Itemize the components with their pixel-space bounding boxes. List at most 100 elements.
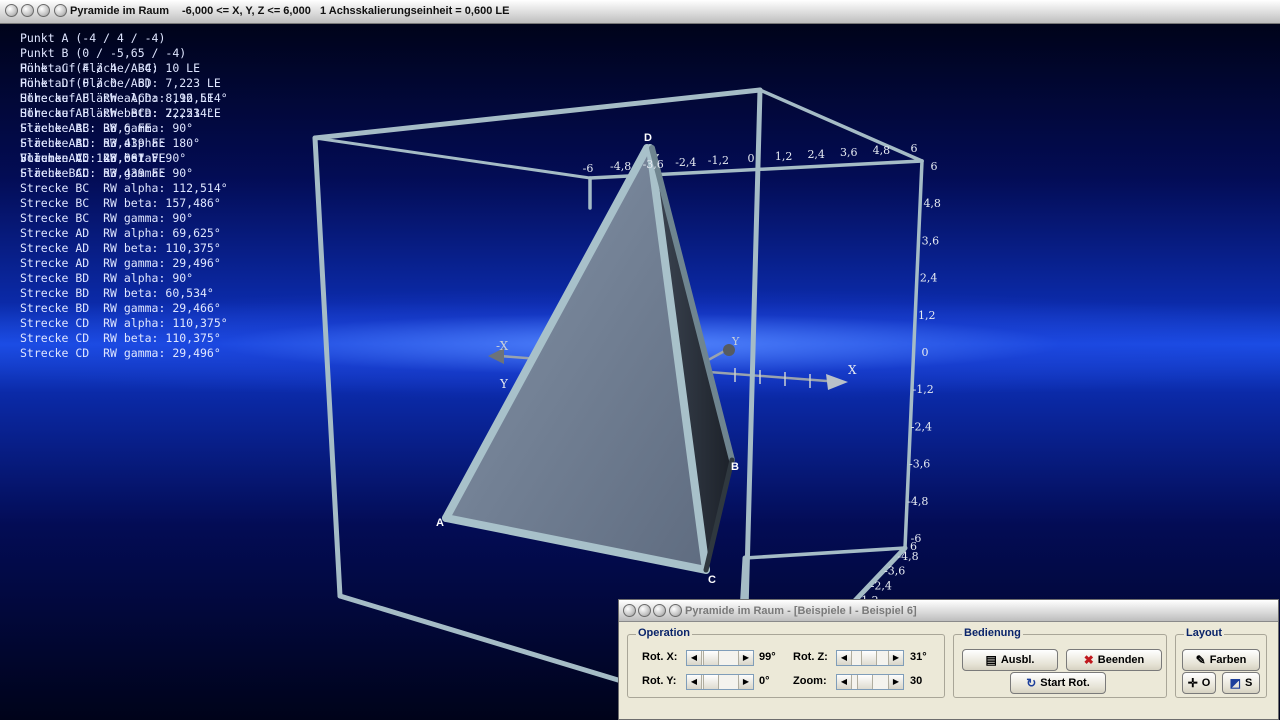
angle-line: Strecke AD RW beta: 110,375° (20, 241, 221, 255)
cube-inner-top-edge (314, 136, 591, 180)
window-title: Pyramide im Raum (70, 5, 170, 17)
tick-label: -1,2 (913, 383, 934, 396)
close-icon: ✖ (1083, 653, 1094, 667)
window-menu-button[interactable] (5, 4, 18, 17)
rot-y-value: 0° (759, 675, 770, 687)
rot-y-right-arrow-icon[interactable]: ▶ (738, 675, 753, 689)
brush-icon: ◩ (1229, 676, 1241, 690)
angle-line: Strecke BD RW beta: 60,534° (20, 286, 214, 300)
tick-label: -3,6 (884, 565, 905, 578)
angle-line: Strecke BC RW gamma: 90° (20, 211, 194, 225)
window-app-icon (54, 4, 67, 17)
tick-label: 3,6 (922, 234, 940, 247)
cube-edge (337, 593, 621, 683)
x-neg-axis-label: -X (496, 339, 509, 353)
dialog-app-icon (669, 604, 682, 617)
vertex-label-c: C (708, 574, 716, 586)
volume-text: Volumen V: 128,667 VE (20, 151, 166, 165)
vertex-label-b: B (731, 461, 739, 473)
tick-label: -1,2 (708, 154, 729, 167)
beenden-button[interactable]: ✖ Beenden (1066, 649, 1162, 671)
control-dialog: Pyramide im Raum - [Beispiele I - Beispi… (618, 599, 1279, 720)
zoom-label: Zoom: (793, 675, 827, 687)
dialog-close-button[interactable] (653, 604, 666, 617)
tick-label: 1,2 (775, 150, 793, 163)
height-line: Höhe auf Fläche ABC: 10 LE (20, 61, 201, 75)
rot-z-right-arrow-icon[interactable]: ▶ (888, 651, 903, 665)
tick-label: 0 (922, 346, 929, 359)
operation-group: Operation Rot. X: ◀ ▶ 99° Rot. Y: ◀ ▶ 0°… (627, 627, 945, 698)
tick-label: 1,2 (918, 309, 936, 322)
window-unit-text: 1 Achsskalierungseinheit = 0,600 LE (320, 5, 510, 17)
start-rotation-button[interactable]: ↻ Start Rot. (1010, 672, 1106, 694)
dialog-title: Pyramide im Raum - [Beispiele I - Beispi… (685, 605, 917, 617)
bedienung-group: Bedienung ▤ Ausbl. ✖ Beenden ↻ Start Rot… (953, 627, 1167, 698)
rotate-icon: ↻ (1026, 676, 1037, 690)
rot-z-scrollbar[interactable]: ◀ ▶ (836, 650, 904, 666)
rot-y-label: Rot. Y: (642, 675, 677, 687)
heights-list: Höhe auf Fläche ABC: 10 LE Höhe auf Fläch… (20, 61, 228, 120)
ausbl-button-label: Ausbl. (1000, 654, 1035, 666)
zoom-right-arrow-icon[interactable]: ▶ (888, 675, 903, 689)
y-back-axis-label: Y (731, 335, 740, 348)
window-range-text: -6,000 <= X, Y, Z <= 6,000 (182, 5, 311, 17)
tick-label: -6 (583, 162, 594, 175)
operation-group-label: Operation (636, 627, 692, 639)
tick-label: -3,6 (909, 458, 930, 471)
origin-button-label: O (1201, 677, 1211, 689)
farben-button[interactable]: ✎ Farben (1182, 649, 1260, 671)
cube-edge (903, 159, 924, 550)
tick-label: 2,4 (807, 148, 825, 161)
tick-label-corner: 6 (910, 540, 917, 553)
tick-label: 6 (931, 160, 938, 173)
angle-line: Strecke CD RW alpha: 110,375° (20, 316, 228, 330)
dialog-title-bar: Pyramide im Raum - [Beispiele I - Beispi… (619, 600, 1278, 622)
ausbl-button[interactable]: ▤ Ausbl. (962, 649, 1058, 671)
rot-x-thumb[interactable] (703, 651, 719, 665)
rot-x-value: 99° (759, 651, 776, 663)
vertex-label-d: D (644, 132, 652, 144)
crosshair-icon: ✛ (1187, 676, 1198, 690)
angle-line: Strecke CD RW beta: 110,375° (20, 331, 221, 345)
rot-y-left-arrow-icon[interactable]: ◀ (687, 675, 702, 689)
tick-label: -3,6 (643, 158, 664, 171)
dialog-menu-button[interactable] (623, 604, 636, 617)
rot-x-right-arrow-icon[interactable]: ▶ (738, 651, 753, 665)
window-close-button[interactable] (37, 4, 50, 17)
rot-x-scrollbar[interactable]: ◀ ▶ (686, 650, 754, 666)
layout-group: Layout ✎ Farben ✛ O ◩ S (1175, 627, 1267, 698)
rot-z-thumb[interactable] (861, 651, 877, 665)
tick-label: 4,8 (873, 144, 891, 157)
angle-line: Strecke BC RW beta: 157,486° (20, 196, 221, 210)
points-list: Punkt A (-4 / 4 / -4) Punkt B (0 / -5,65 … (20, 31, 228, 90)
zoom-thumb[interactable] (857, 675, 873, 689)
tick-label: 4,8 (923, 197, 941, 210)
angle-line: Strecke AB RW beta: 22,514° (20, 106, 214, 120)
zoom-scrollbar[interactable]: ◀ ▶ (836, 674, 904, 690)
cube-edge (743, 546, 907, 560)
rot-y-scrollbar[interactable]: ◀ ▶ (686, 674, 754, 690)
window-minimize-button[interactable] (21, 4, 34, 17)
dialog-minimize-button[interactable] (638, 604, 651, 617)
hide-icon: ▤ (985, 653, 997, 667)
angles-list: Strecke AB RW alpha: 112,514° Strecke AB … (20, 91, 228, 360)
pyramid (442, 144, 735, 574)
tick-label: 0 (748, 152, 755, 165)
zoom-left-arrow-icon[interactable]: ◀ (837, 675, 852, 689)
info-panel: Punkt A (-4 / 4 / -4) Punkt B (0 / -5,65 … (20, 31, 228, 360)
areas-list: Fläche ABC: 38,6 FE Fläche ABD: 53,439 FE… (20, 121, 228, 180)
vertex-label-a: A (436, 517, 444, 529)
angle-line: Strecke AD RW gamma: 29,496° (20, 256, 221, 270)
origin-button[interactable]: ✛ O (1182, 672, 1216, 694)
tick-label: -4,8 (907, 495, 928, 508)
rot-x-left-arrow-icon[interactable]: ◀ (687, 651, 702, 665)
rot-y-thumb[interactable] (703, 675, 719, 689)
rot-z-value: 31° (910, 651, 927, 663)
s-button-label: S (1245, 677, 1253, 689)
height-line: Höhe auf Fläche ABD: 7,223 LE (20, 76, 221, 90)
s-button[interactable]: ◩ S (1222, 672, 1260, 694)
tick-label: 3,6 (840, 146, 858, 159)
area-line: Fläche BCD: 53,439 FE (20, 166, 166, 180)
layout-group-label: Layout (1184, 627, 1225, 639)
rot-z-left-arrow-icon[interactable]: ◀ (837, 651, 852, 665)
